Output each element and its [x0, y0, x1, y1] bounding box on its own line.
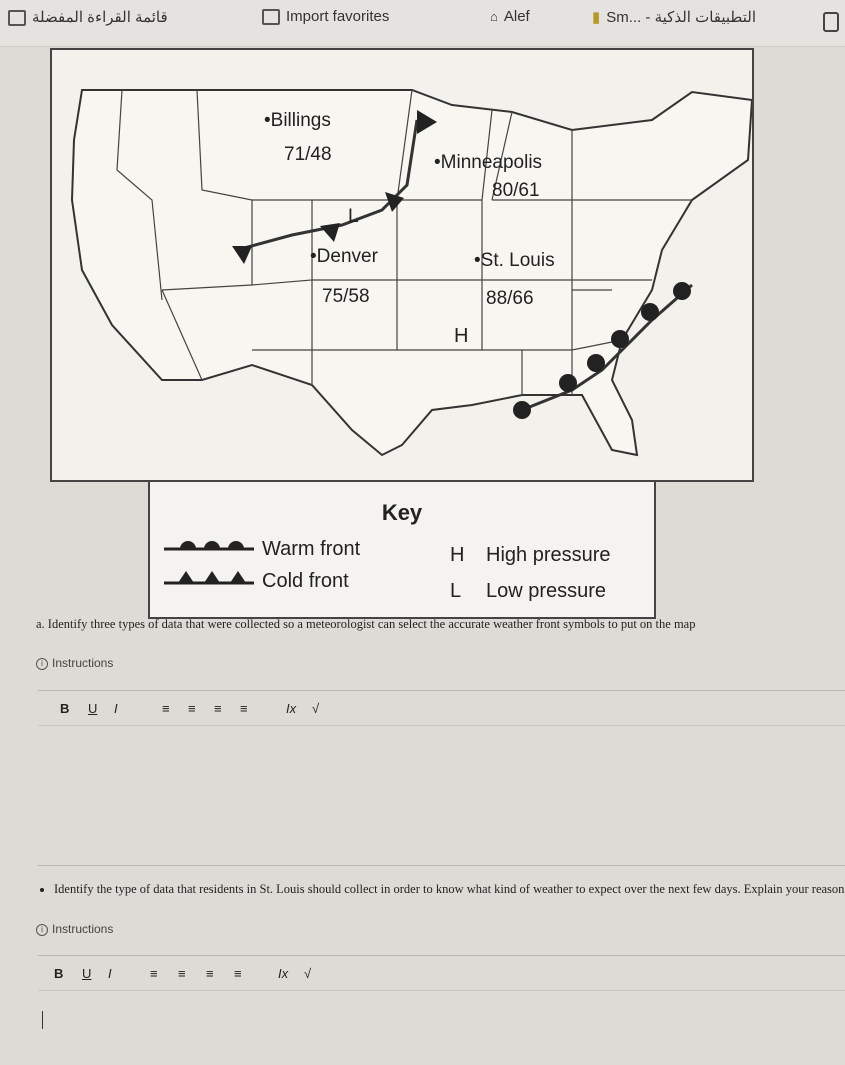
key-cold-front-label: Cold front: [262, 570, 349, 592]
city-minneapolis: •Minneapolis: [434, 152, 542, 173]
temps-minneapolis: 80/61: [492, 180, 540, 201]
clear-format-button[interactable]: Ix: [278, 966, 288, 981]
justify-button[interactable]: ≡: [240, 701, 248, 716]
key-high-pressure-label: High pressure: [486, 544, 611, 566]
us-map-svg: •Billings 71/48 •Minneapolis 80/61 •Denv…: [70, 89, 752, 457]
bullet-dot: [40, 888, 44, 892]
justify-button[interactable]: ≡: [234, 966, 242, 981]
warm-front-icon: [164, 541, 254, 551]
info-icon: i: [36, 923, 48, 936]
high-pressure-marker: H: [454, 325, 468, 347]
question-a-text: a. Identify three types of data that wer…: [36, 617, 696, 631]
key-high-letter: H: [450, 544, 465, 566]
align-right-button[interactable]: ≡: [214, 701, 222, 716]
cold-front-icon: [164, 571, 254, 585]
key-title: Key: [381, 500, 423, 525]
underline-button[interactable]: U: [88, 701, 97, 716]
temps-st-louis: 88/66: [486, 288, 534, 309]
extension-icon[interactable]: [823, 12, 839, 32]
question-a-instructions[interactable]: i Instructions: [36, 656, 113, 670]
answer-editor-b: B U I ≡ ≡ ≡ ≡ Ix √: [38, 955, 845, 1065]
bookmark-alef[interactable]: ⌂ Alef: [490, 8, 530, 25]
bold-button[interactable]: B: [60, 701, 69, 716]
weather-map: •Billings 71/48 •Minneapolis 80/61 •Denv…: [50, 48, 754, 482]
info-icon: i: [36, 657, 48, 670]
underline-button[interactable]: U: [82, 966, 91, 981]
temps-billings: 71/48: [284, 144, 332, 165]
bold-button[interactable]: B: [54, 966, 63, 981]
align-center-button[interactable]: ≡: [178, 966, 186, 981]
italic-button[interactable]: I: [108, 966, 112, 981]
editor-toolbar-b: B U I ≡ ≡ ≡ ≡ Ix √: [38, 956, 845, 991]
italic-button[interactable]: I: [114, 701, 118, 716]
clear-format-button[interactable]: Ix: [286, 701, 296, 716]
formula-button[interactable]: √: [304, 966, 311, 981]
bookmarks-bar: قائمة القراءة المفضلة Import favorites ⌂…: [0, 0, 845, 47]
align-left-button[interactable]: ≡: [162, 701, 170, 716]
map-key: Key Warm front Cold front H High pressur…: [148, 480, 656, 619]
bookmark-smart-apps[interactable]: ▮ Sm... - التطبيقات الذكية: [592, 8, 756, 26]
bookmark-reading-list[interactable]: قائمة القراءة المفضلة: [8, 8, 168, 27]
apps-icon: ▮: [592, 9, 601, 26]
question-b-text: Identify the type of data that residents…: [54, 882, 845, 896]
align-right-button[interactable]: ≡: [206, 966, 214, 981]
temps-denver: 75/58: [322, 286, 370, 307]
city-st-louis: •St. Louis: [474, 250, 555, 271]
city-billings: •Billings: [264, 110, 331, 131]
alef-icon: ⌂: [490, 9, 498, 24]
formula-button[interactable]: √: [312, 701, 319, 716]
bookmark-folder-icon: [8, 10, 26, 27]
text-cursor: [42, 1011, 43, 1029]
key-warm-front-label: Warm front: [262, 538, 361, 560]
editor-toolbar-a: B U I ≡ ≡ ≡ ≡ Ix √: [38, 691, 845, 726]
low-pressure-marker: L: [348, 206, 359, 227]
question-b-instructions[interactable]: i Instructions: [36, 922, 113, 936]
city-denver: •Denver: [310, 246, 379, 267]
answer-editor-a: B U I ≡ ≡ ≡ ≡ Ix √: [38, 690, 845, 866]
answer-text-area-a[interactable]: [38, 726, 845, 866]
bookmark-import-favorites[interactable]: Import favorites: [262, 8, 389, 26]
align-center-button[interactable]: ≡: [188, 701, 196, 716]
align-left-button[interactable]: ≡: [150, 966, 158, 981]
answer-text-area-b[interactable]: [38, 991, 845, 1065]
key-low-letter: L: [450, 580, 462, 602]
import-icon: [262, 9, 280, 26]
key-low-pressure-label: Low pressure: [486, 580, 607, 602]
